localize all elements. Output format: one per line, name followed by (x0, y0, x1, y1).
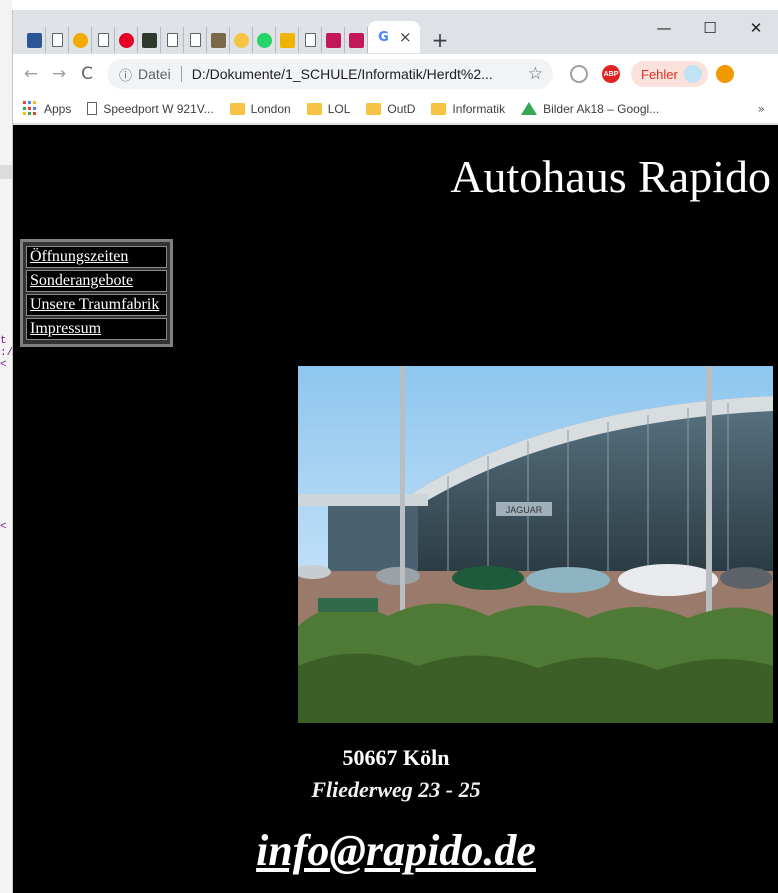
divider (180, 66, 182, 82)
site-navigation: Öffnungszeiten Sonderangebote Unsere Tra… (20, 239, 173, 347)
nrw-flag-icon (348, 32, 364, 48)
pinterest-icon (118, 32, 134, 48)
tab-close-icon[interactable]: × (399, 28, 412, 46)
tab[interactable] (230, 27, 253, 53)
bookmark-label: OutD (387, 101, 416, 116)
folder-icon (306, 102, 322, 115)
more-bookmarks-button[interactable]: » (758, 102, 765, 116)
browser-toolbar: ← → C ⓘ Datei D:/Dokumente/1_SCHULE/Info… (13, 54, 778, 94)
whatsapp-icon (256, 32, 272, 48)
page-title: Autohaus Rapido (450, 151, 771, 202)
app-icon (26, 32, 42, 48)
tab[interactable] (115, 27, 138, 53)
window-controls: — ☐ ✕ (641, 10, 778, 46)
minimize-button[interactable]: — (641, 10, 687, 46)
jaguar-sign: JAGUAR (506, 505, 543, 515)
document-icon (166, 33, 178, 47)
bookmark-apps[interactable]: Apps (23, 101, 71, 116)
apps-grid-icon (23, 101, 38, 116)
google-icon: G (376, 29, 391, 45)
close-window-button[interactable]: ✕ (733, 10, 778, 46)
adblock-plus-icon[interactable]: ABP (602, 65, 620, 83)
tab[interactable] (69, 27, 92, 53)
address-street: Fliederweg 23 - 25 (311, 777, 481, 802)
document-icon (304, 33, 316, 47)
nav-link-traumfabrik[interactable]: Unsere Traumfabrik (26, 294, 167, 316)
nav-link-oeffnungszeiten[interactable]: Öffnungszeiten (26, 246, 167, 268)
bookmark-folder-informatik[interactable]: Informatik (431, 102, 505, 116)
bookmark-folder-lol[interactable]: LOL (306, 101, 351, 116)
dealership-photo: JAGUAR (298, 366, 773, 723)
tab[interactable] (138, 27, 161, 53)
document-icon (189, 33, 201, 47)
bookmark-label: Apps (44, 101, 72, 116)
app-icon (210, 32, 226, 48)
document-icon (97, 33, 109, 47)
address-city: 50667 Köln (342, 745, 450, 770)
checkmark-icon (279, 32, 295, 48)
tab[interactable] (184, 27, 207, 53)
bookmark-drive[interactable]: Bilder Ak18 – Googl... (521, 102, 659, 116)
tab[interactable] (92, 27, 115, 53)
folder-icon (431, 102, 447, 115)
background-code-editor-fragment: t:/< < (0, 335, 14, 533)
clock-icon (233, 32, 249, 48)
bookmark-label: Bilder Ak18 – Googl... (543, 101, 660, 116)
tab[interactable] (253, 27, 276, 53)
extension-icon[interactable] (570, 65, 588, 83)
folder-icon (366, 102, 382, 115)
nav-link-sonderangebote[interactable]: Sonderangebote (26, 270, 167, 292)
tab[interactable] (207, 27, 230, 53)
page-icon (87, 102, 98, 115)
extension-icon[interactable] (715, 65, 734, 83)
maximize-button[interactable]: ☐ (687, 10, 733, 46)
d-logo-icon (72, 32, 88, 48)
tab[interactable] (345, 27, 368, 53)
reload-button[interactable]: C (73, 64, 101, 84)
bookmark-folder-london[interactable]: London (229, 101, 291, 116)
bookmark-speedport[interactable]: Speedport W 921V... (87, 101, 214, 116)
error-status-button[interactable]: Fehler (631, 61, 708, 87)
new-tab-button[interactable]: + (432, 28, 449, 52)
page-viewport: Autohaus Rapido Öffnungszeiten Sonderang… (13, 125, 778, 893)
folder-icon (229, 102, 245, 115)
tab[interactable] (46, 27, 69, 53)
tab[interactable] (23, 27, 46, 53)
document-icon (51, 33, 63, 47)
app-icon (141, 32, 157, 48)
bookmark-star-icon[interactable]: ☆ (528, 64, 543, 84)
back-button[interactable]: ← (17, 64, 45, 84)
tab[interactable] (161, 27, 184, 53)
nrw-flag-icon (325, 32, 341, 48)
bookmarks-bar: Apps Speedport W 921V... London LOL OutD… (13, 94, 778, 124)
tab[interactable] (322, 27, 345, 53)
scheme-label: Datei (138, 66, 171, 82)
nav-link-impressum[interactable]: Impressum (26, 318, 167, 340)
active-tab[interactable]: G × (368, 21, 420, 53)
bookmark-folder-outd[interactable]: OutD (366, 102, 415, 116)
tab-strip: G × + — ☐ ✕ (13, 10, 778, 54)
tab[interactable] (299, 27, 322, 53)
avatar (683, 65, 702, 83)
address-bar[interactable]: ⓘ Datei D:/Dokumente/1_SCHULE/Informatik… (107, 59, 553, 89)
extensions-area: ABP Fehler (563, 61, 734, 87)
forward-button[interactable]: → (45, 64, 73, 84)
browser-window: G × + — ☐ ✕ ← → C ⓘ Datei D:/Dokumente/1… (12, 10, 778, 893)
tab-list: G × + (23, 21, 449, 53)
google-drive-icon (521, 102, 538, 115)
bookmark-label: Informatik (452, 101, 506, 116)
info-icon[interactable]: ⓘ (119, 65, 132, 84)
bookmark-label: London (250, 101, 291, 116)
bookmark-label: Speedport W 921V... (103, 101, 214, 116)
bookmark-label: LOL (327, 101, 351, 116)
tab[interactable] (276, 27, 299, 53)
email-link[interactable]: info@rapido.de (13, 825, 778, 876)
error-label: Fehler (641, 66, 678, 82)
url-text: D:/Dokumente/1_SCHULE/Informatik/Herdt%2… (191, 66, 493, 82)
